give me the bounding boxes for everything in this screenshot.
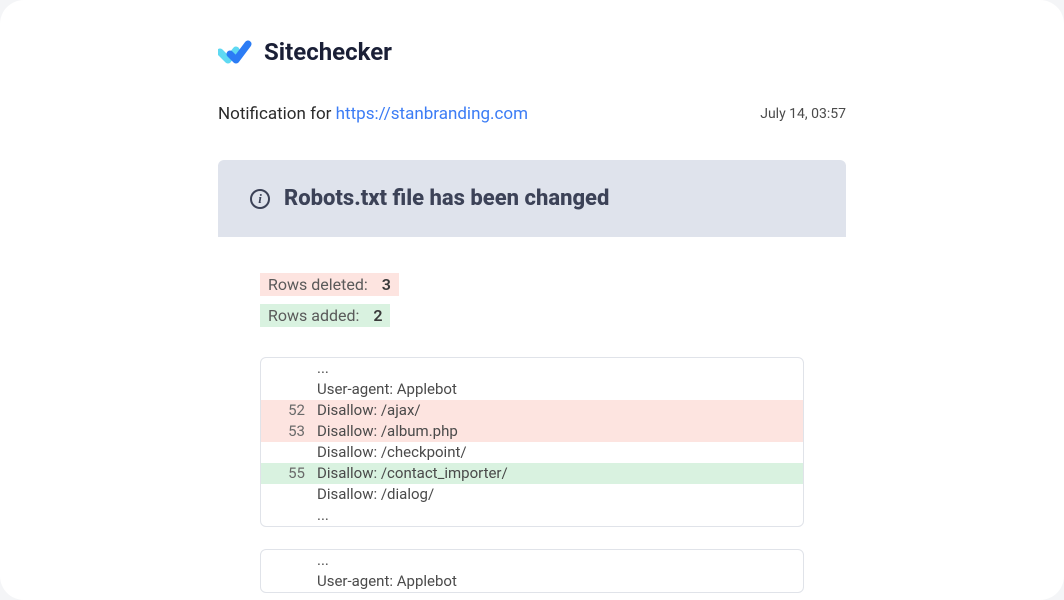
brand-row: Sitechecker xyxy=(218,38,846,66)
alert-title: Robots.txt file has been changed xyxy=(284,186,609,211)
brand-name: Sitechecker xyxy=(264,38,392,66)
diff-row: Disallow: /dialog/ xyxy=(261,484,803,505)
rows-deleted-stat: Rows deleted: 3 xyxy=(260,273,399,296)
info-icon: i xyxy=(250,189,270,209)
diff-content: Disallow: /album.php xyxy=(313,421,803,442)
diff-content: User-agent: Applebot xyxy=(313,379,803,400)
diff-row: 53Disallow: /album.php xyxy=(261,421,803,442)
diff-content: Disallow: /ajax/ xyxy=(313,400,803,421)
diff-lineno xyxy=(261,505,313,526)
rows-deleted-label: Rows deleted: xyxy=(268,275,368,294)
diff-lineno: 52 xyxy=(261,400,313,421)
diff-lineno xyxy=(261,379,313,400)
brand-logo-icon xyxy=(218,38,252,66)
diff-row: ... xyxy=(261,505,803,526)
diff-content: ... xyxy=(313,505,803,526)
diff-row: User-agent: Applebot xyxy=(261,571,803,592)
diff-lineno: 53 xyxy=(261,421,313,442)
diff-box-2: ...User-agent: Applebot xyxy=(260,549,804,593)
diff-lineno xyxy=(261,571,313,592)
diff-box-1: ...User-agent: Applebot52Disallow: /ajax… xyxy=(260,357,804,527)
diff-content: ... xyxy=(313,358,803,379)
diff-lineno: 55 xyxy=(261,463,313,484)
notification-timestamp: July 14, 03:57 xyxy=(760,106,846,122)
diff-row: ... xyxy=(261,358,803,379)
diff-lineno xyxy=(261,358,313,379)
alert-body: Rows deleted: 3 Rows added: 2 ...User-ag… xyxy=(218,237,846,600)
diff-content: Disallow: /contact_importer/ xyxy=(313,463,803,484)
notification-row: Notification for https://stanbranding.co… xyxy=(218,104,846,124)
diff-content: User-agent: Applebot xyxy=(313,571,803,592)
diff-row: User-agent: Applebot xyxy=(261,379,803,400)
notification-prefix: Notification for xyxy=(218,104,336,124)
diff-lineno xyxy=(261,484,313,505)
diff-row: Disallow: /checkpoint/ xyxy=(261,442,803,463)
rows-deleted-count: 3 xyxy=(382,275,391,294)
diff-lineno xyxy=(261,442,313,463)
rows-added-stat: Rows added: 2 xyxy=(260,304,390,327)
diff-content: Disallow: /checkpoint/ xyxy=(313,442,803,463)
diff-row: 55Disallow: /contact_importer/ xyxy=(261,463,803,484)
notification-text: Notification for https://stanbranding.co… xyxy=(218,104,528,124)
diff-content: Disallow: /dialog/ xyxy=(313,484,803,505)
diff-row: ... xyxy=(261,550,803,571)
alert-header: i Robots.txt file has been changed xyxy=(218,160,846,237)
diff-lineno xyxy=(261,550,313,571)
content-wrap: Sitechecker Notification for https://sta… xyxy=(218,38,846,600)
notification-link[interactable]: https://stanbranding.com xyxy=(336,104,528,124)
notification-card: Sitechecker Notification for https://sta… xyxy=(0,0,1064,600)
diff-content: ... xyxy=(313,550,803,571)
diff-row: 52Disallow: /ajax/ xyxy=(261,400,803,421)
rows-added-label: Rows added: xyxy=(268,306,359,325)
rows-added-count: 2 xyxy=(373,306,382,325)
